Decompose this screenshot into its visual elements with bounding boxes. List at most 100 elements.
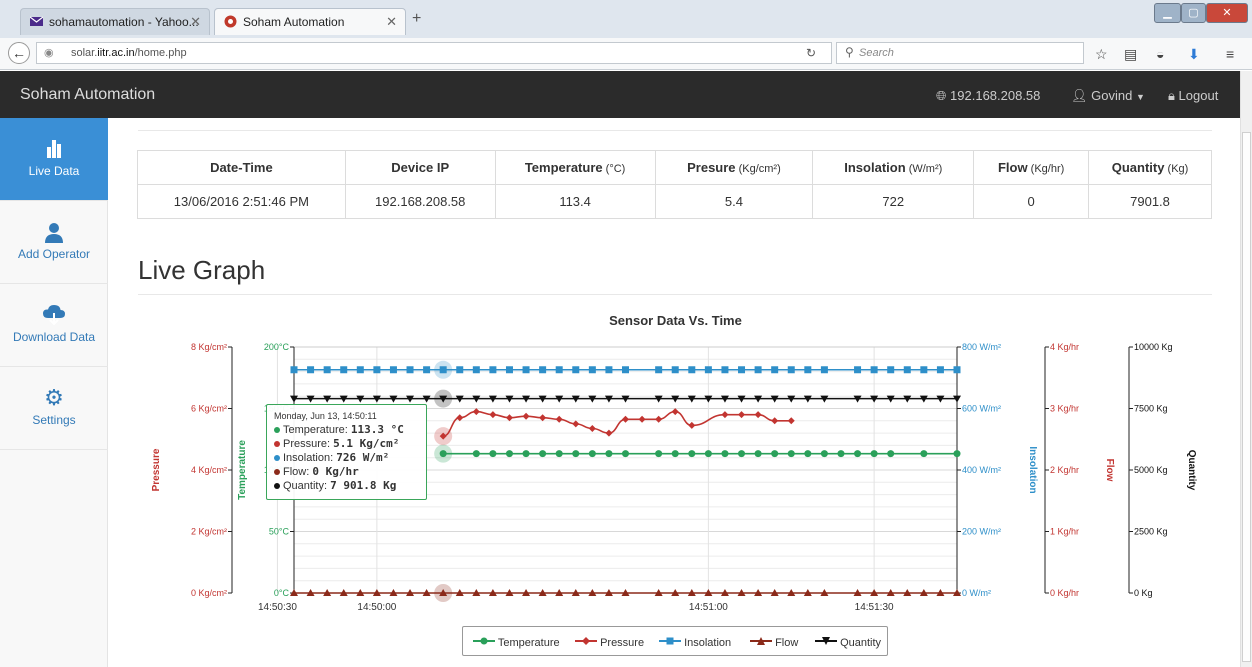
pressure-point xyxy=(771,417,779,425)
scrollbar-thumb[interactable] xyxy=(1242,132,1251,662)
pressure-point xyxy=(572,420,580,428)
cell-quantity: 7901.8 xyxy=(1088,184,1212,219)
temperature-point xyxy=(655,450,663,458)
globe-icon: 🌐︎ xyxy=(936,88,947,103)
legend-label: Flow xyxy=(775,637,799,649)
insolation-point xyxy=(870,366,878,374)
legend-label: Temperature xyxy=(497,637,560,649)
insolation-point xyxy=(423,366,431,374)
x-tick-label: 14:50:30 xyxy=(258,602,297,613)
cell-pressure: 5.4 xyxy=(654,184,814,219)
legend-item-temperature[interactable]: Temperature xyxy=(473,636,560,649)
new-tab-plus-icon[interactable]: + xyxy=(412,10,421,28)
legend-item-quantity[interactable]: Quantity xyxy=(815,636,881,649)
insolation-point xyxy=(522,366,530,374)
tab-label: Soham Automation xyxy=(243,15,345,29)
pocket-icon[interactable]: ◒ xyxy=(1156,46,1164,62)
reading-list-icon[interactable]: ▤ xyxy=(1124,46,1137,63)
temperature-tick-label: 0°C xyxy=(274,588,290,598)
legend-dot xyxy=(274,455,280,462)
column-header: Insolation (W/m²) xyxy=(812,150,975,185)
temperature-tick-label: 200°C xyxy=(264,342,290,352)
sidebar-item-settings[interactable]: ⚙ Settings xyxy=(0,367,108,450)
menu-hamburger-icon[interactable]: ≡ xyxy=(1226,46,1234,62)
sidebar-item-label: Live Data xyxy=(28,164,80,178)
pressure-tick-label: 0 Kg/cm² xyxy=(191,588,227,598)
sidebar-item-add-operator[interactable]: Add Operator xyxy=(0,201,108,284)
legend-marker-icon xyxy=(815,637,837,645)
search-input[interactable]: Search xyxy=(836,42,1084,64)
url-path: /home.php xyxy=(134,47,187,59)
pressure-point xyxy=(688,421,696,429)
insolation-point xyxy=(290,366,298,374)
legend-dot xyxy=(274,483,280,490)
pressure-point xyxy=(456,414,464,422)
quantity-axis-title: Quantity xyxy=(1186,450,1197,491)
insolation-point xyxy=(307,366,315,374)
close-icon[interactable]: ✕ xyxy=(190,14,201,30)
legend-marker-icon xyxy=(575,637,597,645)
search-icon: ⚲ xyxy=(845,45,854,59)
back-arrow-icon[interactable]: ← xyxy=(8,42,30,64)
insolation-point xyxy=(771,366,779,374)
browser-tab-yahoo[interactable]: sohamautomation - Yahoo... ✕ xyxy=(20,8,210,35)
tooltip-row: Quantity: 7 901.8 Kg xyxy=(274,479,426,493)
legend-item-flow[interactable]: Flow xyxy=(750,636,798,649)
temperature-axis-title: Temperature xyxy=(237,440,248,500)
minimize-button[interactable]: ▁ xyxy=(1154,3,1181,23)
site-favicon-icon xyxy=(224,15,237,28)
bookmark-star-icon[interactable]: ☆ xyxy=(1095,46,1108,63)
url-bar[interactable]: solar.iitr.ac.in/home.php xyxy=(36,42,832,64)
temperature-point xyxy=(522,450,530,458)
download-arrow-icon[interactable]: ⬇ xyxy=(1188,46,1200,63)
temperature-point xyxy=(754,450,762,458)
insolation-tick-label: 600 W/m² xyxy=(962,404,1001,414)
app-header: Soham Automation 🌐︎ 192.168.208.58 👤︎ Go… xyxy=(0,71,1240,118)
insolation-point xyxy=(340,366,348,374)
cloud-download-icon xyxy=(0,304,108,326)
pressure-point xyxy=(555,415,563,423)
x-tick-label: 14:51:00 xyxy=(689,602,728,613)
pressure-point xyxy=(787,417,795,425)
insolation-point xyxy=(738,366,746,374)
insolation-point xyxy=(539,366,547,374)
pressure-point xyxy=(638,415,646,423)
cell-insolation: 722 xyxy=(812,184,975,219)
column-header: Presure (Kg/cm²) xyxy=(654,150,814,185)
close-window-button[interactable]: ✕ xyxy=(1206,3,1248,23)
temperature-point xyxy=(820,450,828,458)
pressure-tick-label: 6 Kg/cm² xyxy=(191,404,227,414)
column-header: Flow (Kg/hr) xyxy=(973,150,1090,185)
insolation-point xyxy=(588,366,596,374)
insolation-point xyxy=(572,366,580,374)
logout-link[interactable]: 🔒︎ Logout xyxy=(1168,88,1218,104)
insolation-point xyxy=(555,366,563,374)
maximize-button[interactable]: ▢ xyxy=(1181,3,1206,23)
flow-tick-label: 1 Kg/hr xyxy=(1050,527,1079,537)
brand-title[interactable]: Soham Automation xyxy=(20,86,155,104)
insolation-point xyxy=(671,366,679,374)
user-menu[interactable]: 👤︎ Govind ▼ xyxy=(1071,88,1145,104)
insolation-point xyxy=(787,366,795,374)
close-icon[interactable]: ✕ xyxy=(386,14,397,30)
chart-title: Sensor Data Vs. Time xyxy=(609,313,742,328)
pressure-tick-label: 4 Kg/cm² xyxy=(191,465,227,475)
reload-icon[interactable]: ↻ xyxy=(806,46,816,60)
legend-item-pressure[interactable]: Pressure xyxy=(575,636,644,649)
temperature-point xyxy=(920,450,928,458)
insolation-point xyxy=(936,366,944,374)
insolation-point xyxy=(920,366,928,374)
table-row: 13/06/2016 2:51:46 PM 192.168.208.58 113… xyxy=(137,184,1212,219)
temperature-point xyxy=(572,450,580,458)
sidebar-item-download-data[interactable]: Download Data xyxy=(0,284,108,367)
insolation-point xyxy=(953,366,961,374)
site-info-icon[interactable]: ◉ xyxy=(44,46,54,59)
insolation-point xyxy=(356,366,364,374)
browser-tab-soham[interactable]: Soham Automation ✕ xyxy=(214,8,406,35)
insolation-tick-label: 800 W/m² xyxy=(962,342,1001,352)
insolation-point xyxy=(721,366,729,374)
pressure-point xyxy=(539,414,547,422)
sidebar-item-live-data[interactable]: Live Data xyxy=(0,118,108,201)
legend-item-insolation[interactable]: Insolation xyxy=(659,636,731,649)
sidebar-item-label: Add Operator xyxy=(17,247,91,261)
